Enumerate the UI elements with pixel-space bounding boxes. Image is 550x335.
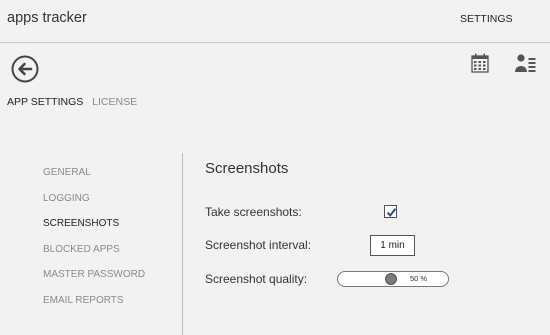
back-arrow-icon bbox=[11, 55, 39, 83]
settings-tabs: APP SETTINGS LICENSE bbox=[7, 96, 137, 108]
calendar-button[interactable] bbox=[471, 53, 493, 75]
nav-item-general[interactable]: GENERAL bbox=[43, 166, 173, 192]
section-title: Screenshots bbox=[205, 160, 289, 177]
app-title: apps tracker bbox=[7, 10, 87, 26]
screenshot-interval-label: Screenshot interval: bbox=[205, 238, 312, 252]
checkmark-icon bbox=[386, 208, 397, 218]
user-list-icon bbox=[515, 54, 536, 72]
title-bar-divider bbox=[0, 42, 550, 43]
screenshot-quality-label: Screenshot quality: bbox=[205, 272, 308, 286]
tab-license[interactable]: LICENSE bbox=[92, 96, 137, 108]
nav-item-screenshots[interactable]: SCREENSHOTS bbox=[43, 217, 173, 243]
settings-link[interactable]: SETTINGS bbox=[460, 13, 513, 25]
nav-divider bbox=[182, 153, 183, 335]
slider-value-text: 50 % bbox=[410, 274, 428, 283]
take-screenshots-label: Take screenshots: bbox=[205, 205, 302, 219]
settings-nav: GENERAL LOGGING SCREENSHOTS BLOCKED APPS… bbox=[43, 166, 173, 319]
take-screenshots-checkbox[interactable] bbox=[384, 205, 397, 218]
screenshot-quality-slider[interactable]: 50 % bbox=[337, 271, 449, 287]
calendar-icon bbox=[471, 53, 489, 73]
screenshot-interval-field[interactable] bbox=[370, 235, 415, 256]
title-bar: apps tracker SETTINGS bbox=[0, 0, 550, 42]
back-button[interactable] bbox=[11, 55, 39, 83]
nav-item-email-reports[interactable]: EMAIL REPORTS bbox=[43, 294, 173, 320]
nav-item-logging[interactable]: LOGGING bbox=[43, 192, 173, 218]
nav-item-master-password[interactable]: MASTER PASSWORD bbox=[43, 268, 173, 294]
nav-item-blocked-apps[interactable]: BLOCKED APPS bbox=[43, 243, 173, 269]
user-list-button[interactable] bbox=[515, 53, 537, 75]
slider-knob[interactable] bbox=[385, 273, 397, 285]
tab-app-settings[interactable]: APP SETTINGS bbox=[7, 96, 83, 108]
